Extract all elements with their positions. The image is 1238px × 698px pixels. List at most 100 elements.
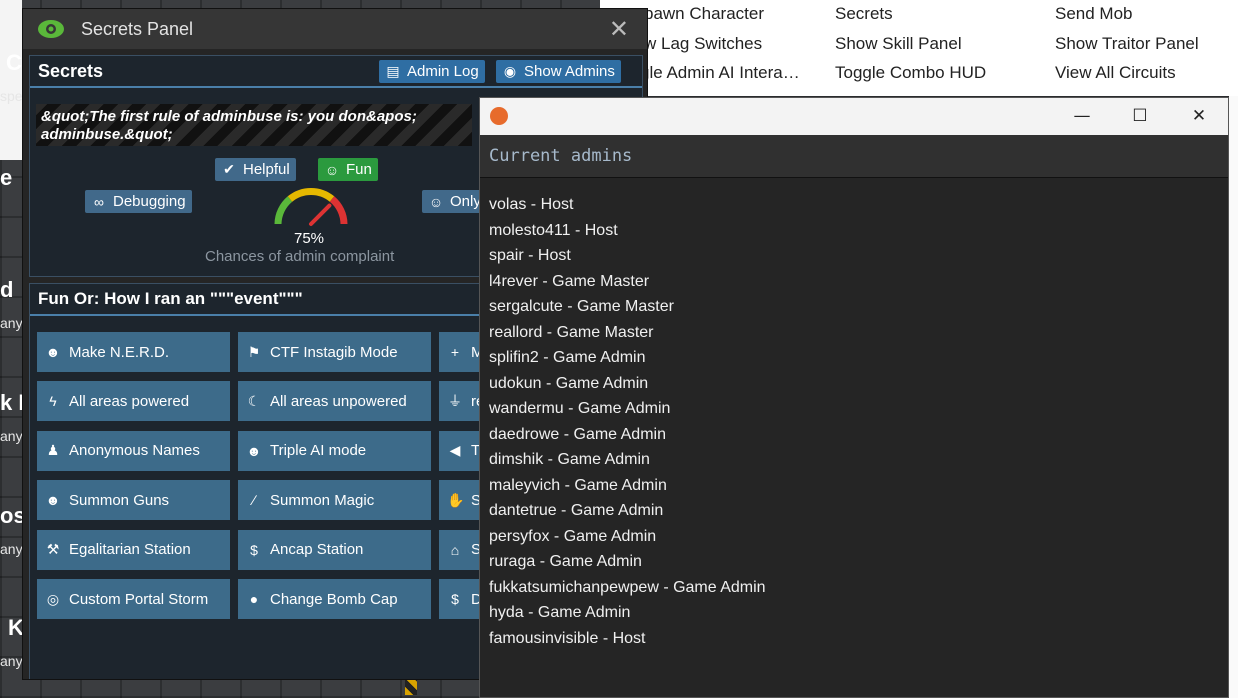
admins-window-titlebar[interactable]: — ☐ ✕ (480, 98, 1228, 135)
button-label: Change Bomb Cap (270, 590, 398, 608)
admin-list-item: daedrowe - Game Admin (489, 425, 666, 443)
admin-list-item: molesto411 - Host (489, 221, 618, 239)
admin-list-item: sergalcute - Game Master (489, 298, 674, 315)
verb-item[interactable]: Show Traitor Panel (1055, 34, 1199, 54)
eye-icon (37, 19, 65, 39)
current-admins-window: — ☐ ✕ Current admins volas - Host molesto… (479, 97, 1229, 698)
complaint-gauge (274, 187, 348, 226)
button-label: Helpful (243, 161, 290, 178)
only-tag-button[interactable]: ☺ Only (422, 190, 487, 213)
admin-list-item: wandermu - Game Admin (489, 400, 671, 417)
admin-list: volas - Host molesto411 - Host spair - Hos… (489, 192, 766, 651)
admin-list-item: spair - Host (489, 247, 571, 264)
grin-icon: ☻ (45, 492, 61, 509)
admin-list-item: persyfox - Game Admin (489, 527, 657, 545)
close-icon[interactable]: ✕ (1187, 104, 1211, 128)
button-label: Summon Guns (69, 491, 170, 509)
admin-log-button[interactable]: ▤ Admin Log (379, 60, 485, 83)
admin-list-item: hyda - Game Admin (489, 604, 631, 621)
chat-text: any (0, 428, 23, 444)
fun-button[interactable]: ϟ All areas powered (37, 381, 230, 422)
admin-list-item: splifin2 - Game Admin (489, 349, 646, 366)
gauge-caption: Chances of admin complaint (205, 248, 395, 265)
section-title: Fun Or: How I ran an """event""" (38, 289, 303, 308)
admin-list-item: maleyvich - Game Admin (489, 476, 667, 494)
verb-panel: pawn Character Secrets Send Mob w Lag Sw… (600, 0, 1238, 96)
wand-icon: ∕ (252, 492, 256, 509)
button-label: Egalitarian Station (69, 541, 191, 559)
gauge-value: 75% (294, 230, 325, 247)
chat-text: d (0, 277, 14, 302)
fun-button[interactable]: ◎ Custom Portal Storm (37, 579, 230, 619)
secrets-panel-titlebar[interactable]: Secrets Panel ✕ (23, 9, 647, 49)
dollar-icon: $ (451, 591, 459, 607)
home-icon: ⌂ (450, 541, 460, 558)
verb-item[interactable]: w Lag Switches (644, 34, 762, 54)
bullhorn-icon: ◀ (449, 442, 461, 459)
fun-button[interactable]: ☾ All areas unpowered (238, 381, 431, 422)
admin-list-item: l4rever - Game Master (489, 272, 650, 290)
fun-button[interactable]: ⚑ CTF Instagib Mode (238, 332, 431, 372)
helpful-tag-button[interactable]: ✔ Helpful (215, 158, 296, 181)
button-label: Only (450, 193, 481, 210)
close-icon[interactable]: ✕ (609, 15, 629, 43)
fun-button[interactable]: ∕ Summon Magic (238, 480, 431, 521)
button-label: Ancap Station (270, 541, 364, 559)
moon-icon: ☾ (247, 392, 261, 409)
section-header: Secrets ▤ Admin Log ◉ Show Admins (30, 56, 642, 88)
verb-item[interactable]: Toggle Combo HUD (835, 63, 986, 83)
fun-button[interactable]: ♟ Anonymous Names (37, 430, 230, 471)
bolt-icon: ϟ (49, 393, 57, 410)
admin-list-item: dantetrue - Game Admin (489, 502, 664, 519)
chat-text: any (0, 315, 23, 331)
verb-item[interactable]: pawn Character (644, 4, 764, 24)
minimize-icon[interactable]: — (1070, 104, 1094, 128)
bomb-icon: ● (249, 591, 259, 607)
button-label: Summon Magic (270, 491, 375, 509)
button-label: CTF Instagib Mode (270, 343, 398, 361)
admin-list-item: reallord - Game Master (489, 323, 654, 341)
admin-list-item: dimshik - Game Admin (489, 451, 650, 468)
button-label: Anonymous Names (69, 442, 200, 460)
app-icon (490, 107, 508, 125)
show-admins-button[interactable]: ◉ Show Admins (496, 60, 621, 83)
admins-heading: Current admins (489, 146, 633, 166)
robot-icon: ☻ (45, 344, 61, 360)
admin-list-item: udokun - Game Admin (489, 374, 649, 392)
section-title: Secrets (38, 60, 104, 81)
verb-item[interactable]: Send Mob (1055, 4, 1133, 24)
fun-button[interactable]: ☻ Make N.E.R.D. (37, 332, 230, 372)
verb-item[interactable]: View All Circuits (1055, 63, 1176, 83)
button-label: Admin Log (407, 63, 479, 80)
smile-icon: ☺ (428, 193, 444, 210)
verb-item[interactable]: Secrets (835, 4, 893, 24)
button-label: All areas unpowered (270, 392, 407, 410)
verb-item[interactable]: gle Admin AI Intera… (640, 63, 800, 83)
chat-text: spe (0, 88, 23, 104)
smile-icon: ☺ (324, 161, 340, 178)
button-label: Debugging (113, 193, 186, 210)
target-icon: ◎ (46, 590, 60, 607)
fun-tag-button[interactable]: ☺ Fun (318, 158, 378, 181)
hand-icon: ✋ (447, 491, 465, 508)
fun-button[interactable]: $ Ancap Station (238, 529, 431, 570)
maximize-icon[interactable]: ☐ (1128, 104, 1152, 128)
chat-text: e (0, 165, 13, 190)
fun-button[interactable]: ☻ Triple AI mode (238, 430, 431, 471)
flag-icon: ⚑ (247, 343, 261, 360)
fun-button[interactable]: ⚒ Egalitarian Station (37, 529, 230, 570)
id-card-icon: ▤ (386, 63, 400, 79)
hammer-icon: ⚒ (46, 541, 60, 558)
button-label: Fun (346, 161, 372, 178)
fun-button[interactable]: ☻ Summon Guns (37, 480, 230, 521)
window-title: Secrets Panel (81, 18, 194, 39)
chat-text: C (6, 50, 22, 75)
dollar-icon: $ (250, 541, 258, 558)
debugging-tag-button[interactable]: ∞ Debugging (85, 190, 192, 213)
verb-item[interactable]: Show Skill Panel (835, 34, 962, 54)
user-secret-icon: ♟ (46, 442, 60, 459)
chat-strip (0, 0, 22, 160)
fun-button[interactable]: ● Change Bomb Cap (238, 579, 431, 619)
button-label: Show Admins (524, 63, 615, 80)
button-label: Triple AI mode (270, 442, 367, 460)
